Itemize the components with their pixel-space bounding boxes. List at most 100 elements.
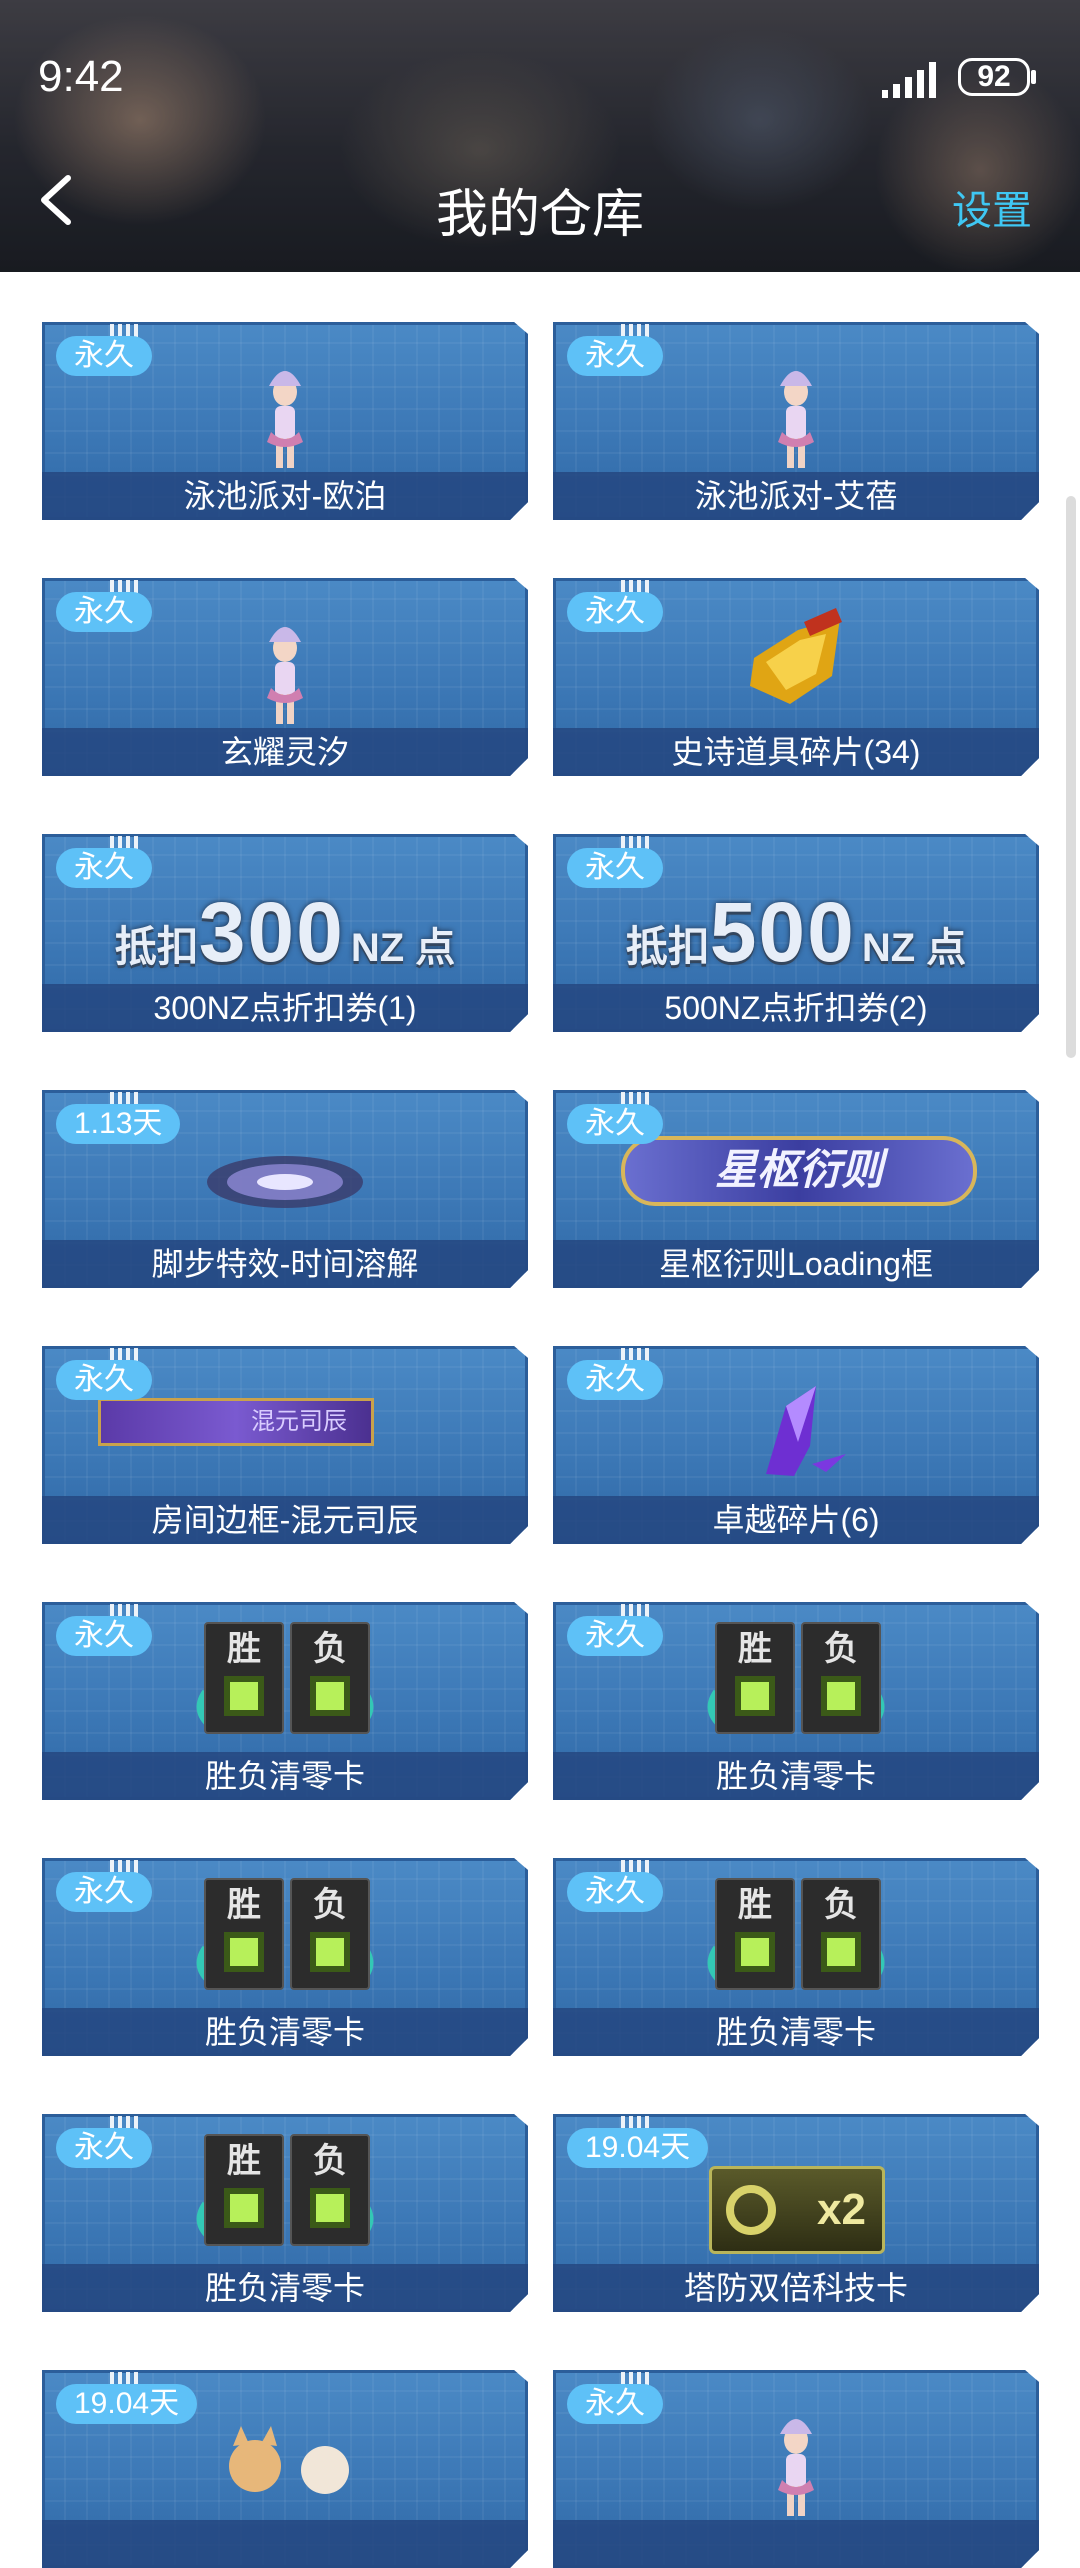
duration-badge: 永久 [56, 1872, 152, 1912]
reset-card-art: 胜负 [703, 1878, 889, 1998]
item-name: 胜负清零卡 [42, 2008, 528, 2056]
item-name: 泳池派对-艾蓓 [553, 472, 1039, 520]
tile-label: 胜 [738, 1630, 772, 1668]
item-card[interactable]: 胜负永久 胜负清零卡 [42, 1602, 528, 1800]
win-tile: 胜 [715, 1622, 795, 1734]
coupon-prefix: 抵扣 [625, 923, 710, 970]
duration-badge: 永久 [56, 592, 152, 632]
coupon-unit: NZ 点 [350, 926, 456, 970]
item-card[interactable]: 19.04天 [42, 2370, 528, 2568]
item-name: 星枢衍则Loading框 [553, 1240, 1039, 1288]
item-name [42, 2520, 528, 2568]
tile-label: 负 [313, 1886, 347, 1924]
item-card[interactable]: 抵扣300 NZ 点永久 300NZ点折扣券(1) [42, 834, 528, 1032]
item-card[interactable]: 永久 史诗道具碎片(34) [553, 578, 1039, 776]
item-name: 300NZ点折扣券(1) [42, 984, 528, 1032]
reset-card-art: 胜负 [192, 1622, 378, 1742]
item-card[interactable]: x2 19.04天塔防双倍科技卡 [553, 2114, 1039, 2312]
character-figure-art [778, 2419, 814, 2516]
duration-badge: 永久 [567, 2384, 663, 2424]
tile-indicator [821, 1932, 861, 1972]
duration-badge: 19.04天 [56, 2384, 198, 2424]
tile-indicator [821, 1676, 861, 1716]
item-card[interactable]: 胜负永久 胜负清零卡 [553, 1602, 1039, 1800]
tile-indicator [310, 1932, 350, 1972]
tile-label: 胜 [227, 1630, 261, 1668]
character-figure-art [267, 627, 303, 724]
duration-badge: 永久 [567, 1872, 663, 1912]
duration-badge: 1.13天 [56, 1104, 181, 1144]
gold-shard-art [750, 608, 842, 704]
room-frame-art: 混元司辰 [98, 1398, 374, 1446]
duration-badge: 永久 [567, 336, 663, 376]
tile-label: 负 [824, 1886, 858, 1924]
item-card[interactable]: 永久泳池派对-欧泊 [42, 322, 528, 520]
lose-tile: 负 [290, 2134, 370, 2246]
tile-indicator [735, 1932, 775, 1972]
item-name: 房间边框-混元司辰 [42, 1496, 528, 1544]
target-icon [726, 2185, 776, 2235]
tile-label: 负 [824, 1630, 858, 1668]
coupon-label: 抵扣300 NZ 点 [42, 884, 528, 981]
item-name [553, 2520, 1039, 2568]
reset-card-art: 胜负 [192, 1878, 378, 1998]
duration-badge: 永久 [56, 336, 152, 376]
win-tile: 胜 [204, 1878, 284, 1990]
cat-pets-art [229, 2426, 349, 2494]
item-card[interactable]: 永久泳池派对-艾蓓 [553, 322, 1039, 520]
item-card[interactable]: 永久玄耀灵汐 [42, 578, 528, 776]
purple-crystal-art [766, 1386, 846, 1476]
item-name: 胜负清零卡 [42, 2264, 528, 2312]
win-tile: 胜 [204, 2134, 284, 2246]
coupon-unit: NZ 点 [861, 926, 967, 970]
duration-badge: 永久 [56, 2128, 152, 2168]
item-card[interactable]: 胜 负 永久胜负清零卡 [42, 2114, 528, 2312]
item-card[interactable]: 1.13天脚步特效-时间溶解 [42, 1090, 528, 1288]
loading-frame-art: 星枢衍则 [621, 1136, 977, 1206]
tile-label: 胜 [227, 2142, 261, 2180]
reset-card-art: 胜负 [703, 1622, 889, 1742]
item-card[interactable]: 混元司辰 永久房间边框-混元司辰 [42, 1346, 528, 1544]
duration-badge: 永久 [567, 848, 663, 888]
tile-indicator [735, 1676, 775, 1716]
item-name: 脚步特效-时间溶解 [42, 1240, 528, 1288]
tile-label: 胜 [738, 1886, 772, 1924]
item-name: 玄耀灵汐 [42, 728, 528, 776]
tile-indicator [224, 1676, 264, 1716]
item-card[interactable]: 星枢衍则 永久星枢衍则Loading框 [553, 1090, 1039, 1288]
duration-badge: 永久 [567, 592, 663, 632]
item-name: 500NZ点折扣券(2) [553, 984, 1039, 1032]
tile-label: 胜 [227, 1886, 261, 1924]
duration-badge: 永久 [567, 1104, 663, 1144]
item-name: 泳池派对-欧泊 [42, 472, 528, 520]
duration-badge: 19.04天 [567, 2128, 709, 2168]
item-name: 胜负清零卡 [553, 2008, 1039, 2056]
item-card[interactable]: 胜负永久 胜负清零卡 [42, 1858, 528, 2056]
item-card[interactable]: 永久卓越碎片(6) [553, 1346, 1039, 1544]
coupon-value: 500 [709, 885, 856, 979]
item-card[interactable]: 永久 [553, 2370, 1039, 2568]
item-name: 塔防双倍科技卡 [553, 2264, 1039, 2312]
item-card[interactable]: 抵扣500 NZ 点永久 500NZ点折扣券(2) [553, 834, 1039, 1032]
lose-tile: 负 [290, 1878, 370, 1990]
vortex-effect-art [207, 1156, 363, 1208]
multiplier-label: x2 [817, 2185, 866, 2234]
item-name: 胜负清零卡 [42, 1752, 528, 1800]
character-figure-art [778, 371, 814, 468]
item-card[interactable]: 胜负永久 胜负清零卡 [553, 1858, 1039, 2056]
tile-indicator [310, 1676, 350, 1716]
item-name: 卓越碎片(6) [553, 1496, 1039, 1544]
tile-label: 负 [313, 1630, 347, 1668]
character-figure-art [267, 371, 303, 468]
tile-label: 负 [313, 2142, 347, 2180]
duration-badge: 永久 [56, 1360, 152, 1400]
lose-tile: 负 [801, 1878, 881, 1990]
duration-badge: 永久 [567, 1360, 663, 1400]
duration-badge: 永久 [56, 848, 152, 888]
tile-indicator [224, 1932, 264, 1972]
duration-badge: 永久 [56, 1616, 152, 1656]
coupon-value: 300 [198, 885, 345, 979]
lose-tile: 负 [290, 1622, 370, 1734]
coupon-label: 抵扣500 NZ 点 [553, 884, 1039, 981]
item-name: 胜负清零卡 [553, 1752, 1039, 1800]
